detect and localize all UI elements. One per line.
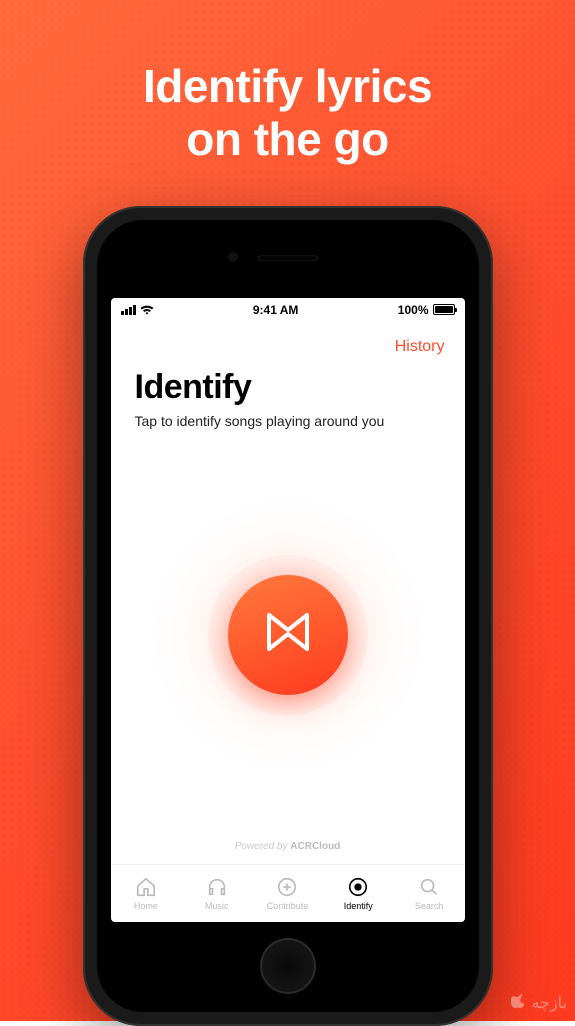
status-bar: 9:41 AM 100% bbox=[111, 298, 465, 322]
history-link[interactable]: History bbox=[395, 338, 445, 355]
search-icon bbox=[418, 876, 440, 898]
status-left bbox=[121, 305, 154, 315]
title-section: Identify Tap to identify songs playing a… bbox=[111, 364, 465, 429]
tab-contribute[interactable]: Contribute bbox=[252, 865, 323, 922]
tab-search[interactable]: Search bbox=[394, 865, 465, 922]
watermark-text: بازچه bbox=[531, 993, 567, 1013]
plus-circle-icon bbox=[276, 876, 298, 898]
app-screen: 9:41 AM 100% History Identify Tap to ide… bbox=[111, 298, 465, 922]
phone-speaker bbox=[258, 255, 318, 261]
page-title: Identify bbox=[135, 368, 441, 407]
identify-area bbox=[111, 429, 465, 841]
phone-frame: 9:41 AM 100% History Identify Tap to ide… bbox=[83, 206, 493, 1026]
screen-header: History bbox=[111, 322, 465, 364]
powered-by: Powered by ACRCloud bbox=[111, 841, 465, 864]
home-button[interactable] bbox=[260, 938, 316, 994]
powered-brand: ACRCloud bbox=[290, 841, 340, 852]
wifi-icon bbox=[140, 305, 154, 315]
battery-percent: 100% bbox=[398, 303, 429, 317]
signal-icon bbox=[121, 305, 136, 315]
page-subtitle: Tap to identify songs playing around you bbox=[135, 413, 441, 429]
tab-label: Contribute bbox=[267, 901, 309, 911]
home-icon bbox=[135, 876, 157, 898]
phone-inner: 9:41 AM 100% History Identify Tap to ide… bbox=[97, 220, 479, 1012]
tab-identify[interactable]: Identify bbox=[323, 865, 394, 922]
apple-icon bbox=[511, 994, 527, 1012]
status-time: 9:41 AM bbox=[253, 303, 299, 317]
headphones-icon bbox=[206, 876, 228, 898]
tab-label: Identify bbox=[344, 901, 373, 911]
tab-home[interactable]: Home bbox=[111, 865, 182, 922]
tab-music[interactable]: Music bbox=[181, 865, 252, 922]
watermark: بازچه bbox=[511, 993, 567, 1013]
tab-label: Music bbox=[205, 901, 229, 911]
marketing-background: Identify lyrics on the go 9:41 AM 100% bbox=[0, 0, 575, 1021]
status-right: 100% bbox=[398, 303, 455, 317]
target-icon bbox=[347, 876, 369, 898]
headline-line-2: on the go bbox=[0, 113, 575, 166]
marketing-headline: Identify lyrics on the go bbox=[0, 60, 575, 166]
tab-bar: Home Music Contribute Identify bbox=[111, 864, 465, 922]
musixmatch-logo-icon bbox=[261, 605, 315, 664]
identify-button[interactable] bbox=[228, 575, 348, 695]
tab-label: Search bbox=[415, 901, 444, 911]
phone-camera bbox=[228, 252, 238, 262]
headline-line-1: Identify lyrics bbox=[0, 60, 575, 113]
tab-label: Home bbox=[134, 901, 158, 911]
powered-prefix: Powered by bbox=[235, 841, 291, 852]
battery-icon bbox=[433, 304, 455, 315]
